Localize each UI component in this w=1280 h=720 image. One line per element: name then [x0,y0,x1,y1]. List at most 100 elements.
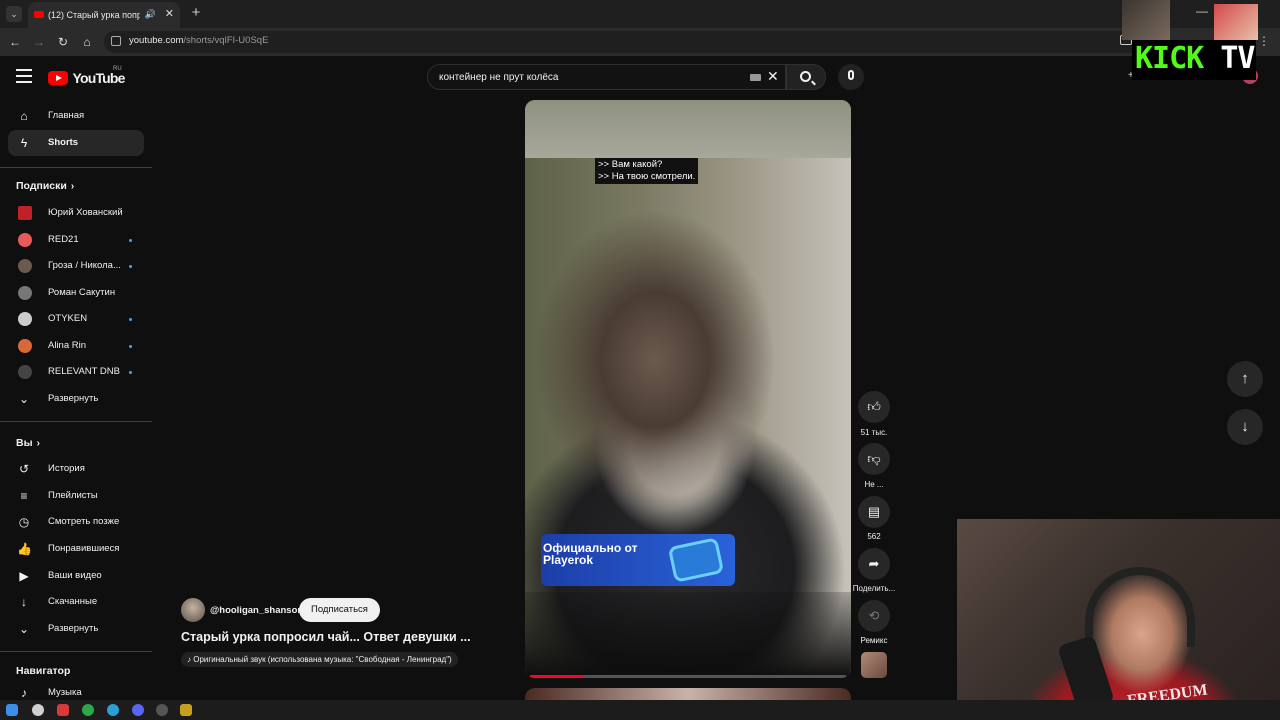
remix-button[interactable]: ⟲ [858,600,890,632]
dislike-button[interactable]: 👎︎ [858,443,890,475]
sidebar-item-music[interactable]: ♪ Музыка [8,682,144,700]
tab-close-icon[interactable]: ✕ [165,2,174,26]
expand-subscriptions-button[interactable]: ⌄ Развернуть [8,386,144,412]
comments-button[interactable]: ▤ [858,496,890,528]
video-bottom-gradient [525,592,851,678]
subscription-item[interactable]: OTYKEN [8,306,144,332]
app-icon[interactable] [57,704,69,716]
subscribe-button[interactable]: Подписаться [299,598,380,622]
gift-box-icon [667,537,725,583]
channel-avatar [18,365,32,379]
promo-banner: Официально от Playerok [541,534,735,586]
address-bar[interactable]: youtube.com/shorts/vqlFI-U0SqE [104,31,1144,53]
voice-search-button[interactable] [838,64,864,90]
keyboard-icon[interactable] [750,74,761,81]
arrow-down-icon: ↓ [1241,418,1249,435]
sidebar-item-your-videos[interactable]: ▶ Ваши видео [8,563,144,589]
channel-name[interactable]: @hooligan_shanson [210,605,303,616]
liked-icon: 👍 [17,542,32,556]
sidebar-item-liked[interactable]: 👍 Понравившиеся [8,536,144,562]
you-heading[interactable]: Вы › [16,437,40,449]
home-icon: ⌂ [20,109,28,123]
reload-button[interactable]: ↻ [55,34,71,50]
browser-tab[interactable]: (12) Старый урка попросил чай 🔊 ✕ [28,2,180,28]
youtube-play-icon [48,70,68,85]
app-icon[interactable] [180,704,192,716]
playlists-icon: ≡ [20,489,28,503]
site-info-icon[interactable] [111,36,121,46]
video-top-band [525,100,851,158]
history-icon: ↺ [18,462,30,476]
yandex-browser-icon[interactable] [32,704,44,716]
sidebar-item-history[interactable]: ↺ История [8,456,144,482]
new-content-dot [129,265,132,268]
chrome-icon[interactable] [82,704,94,716]
subscription-item[interactable]: Alina Rin [8,333,144,359]
like-button[interactable]: 👍︎ [858,391,890,423]
kick-tv-logo: KICK TV [1132,40,1256,80]
dislike-label: Не ... [864,480,884,489]
subscription-item[interactable]: Роман Сакутин [8,280,144,306]
your-videos-icon: ▶ [19,569,29,583]
clear-search-icon[interactable]: ✕ [767,68,779,85]
subscription-item[interactable]: Гроза / Никола... [8,253,144,279]
window-minimize-icon[interactable]: — [1196,4,1208,18]
tab-search-button[interactable]: ⌄ [6,6,22,22]
home-button[interactable]: ⌂ [79,34,95,50]
progress-bar[interactable] [530,675,846,678]
subscription-item[interactable]: RELEVANT DNB [8,359,144,385]
sidebar-item-home[interactable]: ⌂ Главная [8,103,144,129]
channel-avatar [18,286,32,300]
expand-you-button[interactable]: ⌄ Развернуть [8,616,144,642]
search-query: контейнер не прут колёса [439,72,559,83]
arrow-up-icon: ↑ [1241,370,1249,387]
browser-menu-icon[interactable]: ⋮ [1258,34,1270,48]
back-button[interactable]: ← [7,34,23,50]
streamer-webcam: FREEDUM [957,519,1280,720]
new-content-dot [129,371,132,374]
obs-icon[interactable] [156,704,168,716]
channel-avatar [18,339,32,353]
like-count: 51 тыс. [860,428,888,437]
channel-avatar[interactable] [181,598,205,622]
new-tab-button[interactable]: + [188,4,204,22]
shorts-player[interactable]: >> Вам какой? >> На твою смотрели. Офици… [525,100,851,678]
subscriptions-heading[interactable]: Подписки › [16,180,74,192]
new-content-dot [129,345,132,348]
next-short-button[interactable]: ↓ [1227,409,1263,445]
share-button[interactable]: ➦ [858,548,890,580]
sidebar-item-watch-later[interactable]: ◷ Смотреть позже [8,509,144,535]
sidebar-item-playlists[interactable]: ≡ Плейлисты [8,483,144,509]
tab-audio-icon[interactable]: 🔊 [145,2,156,26]
navigator-heading: Навигатор [16,665,71,677]
telegram-icon[interactable] [107,704,119,716]
discord-icon[interactable] [132,704,144,716]
sidebar-divider [0,167,152,168]
subscription-item[interactable]: RED21 [8,227,144,253]
forward-button[interactable]: → [31,34,47,50]
sound-thumbnail[interactable] [861,652,887,678]
sidebar-item-shorts[interactable]: ϟ Shorts [8,130,144,156]
youtube-favicon-icon [34,11,44,19]
share-icon: ➦ [868,556,880,571]
new-content-dot [129,239,132,242]
sidebar-item-downloads[interactable]: ↓ Скачанные [8,589,144,615]
taskbar [0,700,1280,720]
new-content-dot [129,318,132,321]
guide-menu-button[interactable] [16,69,32,83]
search-button[interactable] [786,64,826,90]
previous-short-button[interactable]: ↑ [1227,361,1263,397]
video-title[interactable]: Старый урка попросил чай... Ответ девушк… [181,630,471,644]
channel-avatar [18,259,32,273]
browser-nav-bar: ← → ↻ ⌂ youtube.com/shorts/vqlFI-U0SqE ⋮ [0,28,1280,56]
windows-start-icon[interactable] [6,704,18,716]
subscription-item[interactable]: Юрий Хованский [8,200,144,226]
search-input[interactable]: контейнер не прут колёса ✕ [427,64,786,90]
comment-icon: ▤ [867,504,881,519]
thumbs-up-icon: 👍︎ [867,399,881,414]
sound-link[interactable]: ♪ Оригинальный звук (использована музыка… [181,652,458,667]
music-icon: ♪ [21,686,27,700]
url-text: youtube.com/shorts/vqlFI-U0SqE [129,35,269,46]
youtube-logo[interactable]: YouTube RU [48,66,125,87]
channel-avatar [18,206,32,220]
